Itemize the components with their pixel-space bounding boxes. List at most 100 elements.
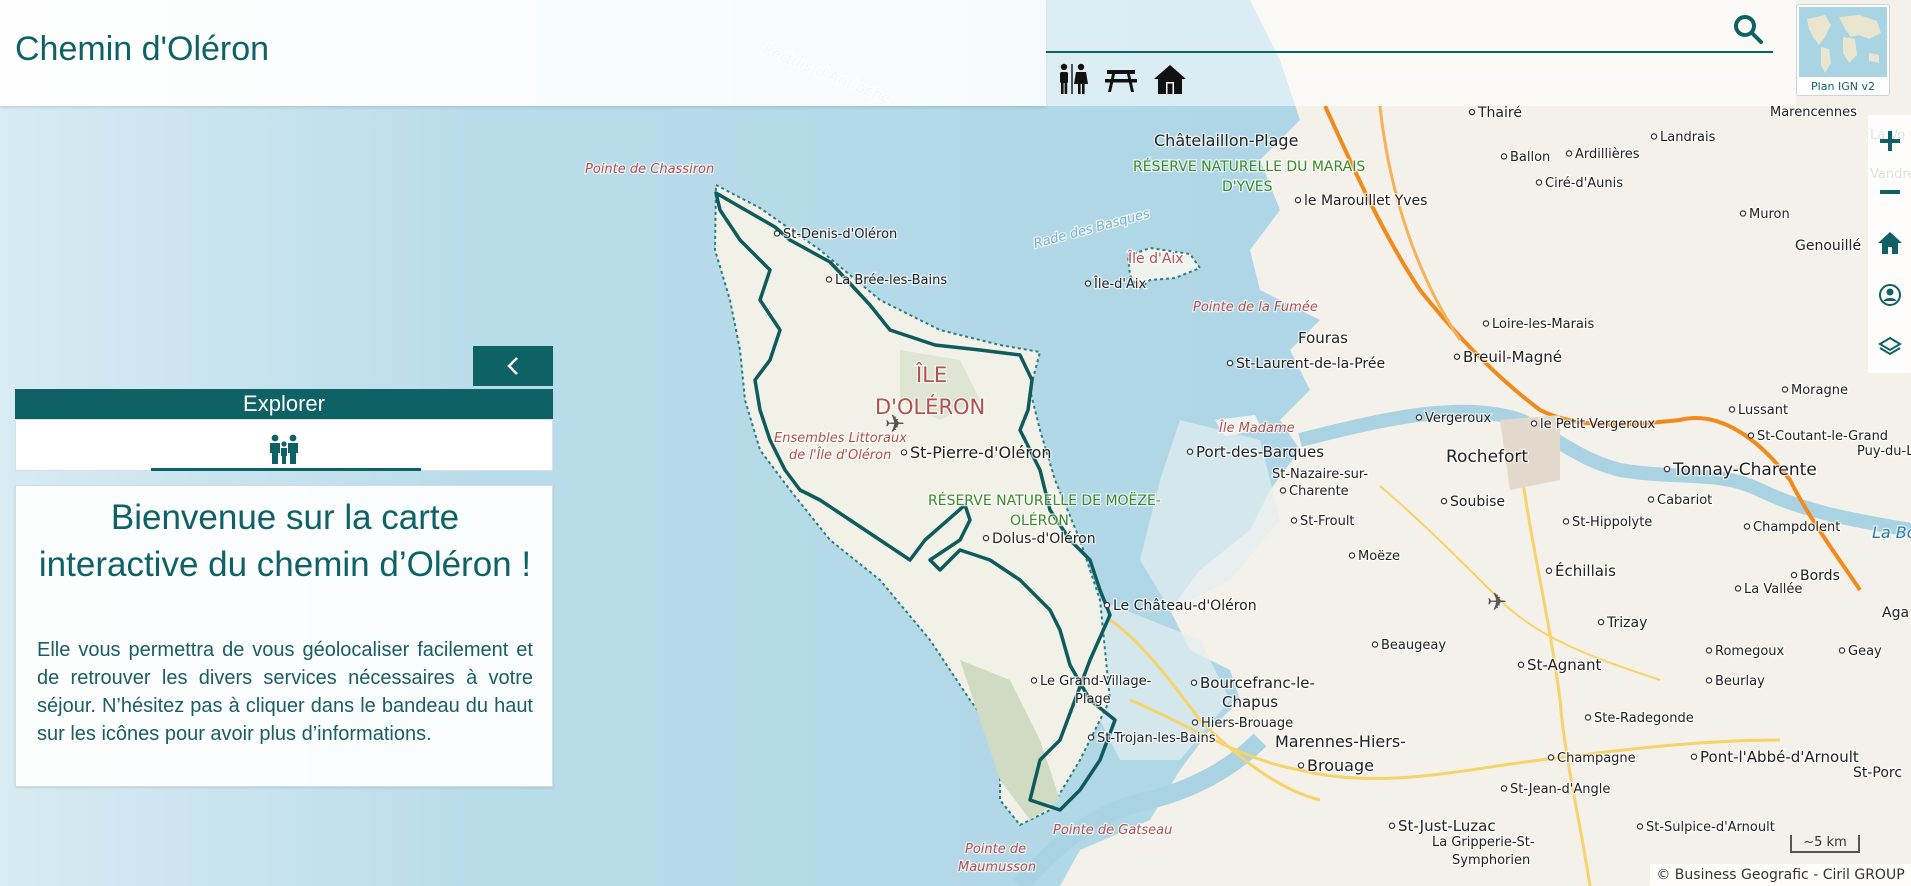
- map-label-marencennes: Marencennes: [1770, 105, 1857, 120]
- map-label-chateau: Le Château-d'Oléron: [1113, 598, 1257, 614]
- search-input[interactable]: [1046, 51, 1773, 53]
- home-icon: [1877, 232, 1902, 254]
- place-marker: [1743, 523, 1751, 530]
- map-label-breuil: Breuil-Magné: [1463, 348, 1562, 366]
- map-label-ile-madame: Île Madame: [1219, 420, 1295, 436]
- place-marker: [1517, 661, 1525, 668]
- map-label-moeze: Moëze: [1358, 549, 1400, 564]
- map-label-reserve-moeze: OLÉRON: [1010, 512, 1069, 529]
- place-marker: [1084, 280, 1092, 287]
- map-label-st-nazaire: Charente: [1289, 484, 1349, 499]
- family-icon[interactable]: [267, 434, 301, 464]
- place-marker: [1597, 618, 1605, 626]
- map-label-pointe-fumee: Pointe de la Fumée: [1193, 300, 1318, 315]
- place-marker: [1838, 647, 1846, 654]
- place-marker: [982, 534, 990, 542]
- map-label-moragne: Moragne: [1791, 383, 1848, 398]
- search-icon[interactable]: [1733, 14, 1763, 44]
- map-label-ballon: Ballon: [1510, 150, 1550, 165]
- welcome-text: Elle vous permettra de vous géolocaliser…: [37, 639, 533, 745]
- place-marker: [1186, 448, 1194, 455]
- chevron-left-icon: [507, 357, 518, 375]
- explorer-tabs: [15, 419, 553, 471]
- place-marker: [1348, 552, 1356, 559]
- map-label-hiers-brouage: Hiers-Brouage: [1201, 716, 1293, 731]
- place-marker: [1739, 210, 1747, 217]
- map-label-la-bou: La Bou: [1872, 523, 1911, 542]
- map-label-pointe-maumusson: Maumusson: [958, 860, 1036, 875]
- map-label-st-sulpice: St-Sulpice-d'Arnoult: [1646, 820, 1775, 835]
- picnic-table-icon[interactable]: [1104, 62, 1138, 96]
- place-marker: [1747, 432, 1755, 439]
- map-label-muron: Muron: [1749, 207, 1790, 222]
- map-label-pointe-gatseau: Pointe de Gatseau: [1053, 823, 1172, 838]
- map-label-geay: Geay: [1848, 644, 1882, 659]
- place-marker: [1781, 386, 1789, 393]
- restroom-icon[interactable]: [1055, 62, 1089, 96]
- place-marker: [1191, 719, 1199, 726]
- place-marker: [1453, 353, 1461, 360]
- map-attribution: © Business Geografic - Ciril GROUP: [1650, 864, 1911, 886]
- map-label-ensembles: Ensembles Littoraux: [774, 431, 907, 446]
- collapse-panel-button[interactable]: [473, 346, 553, 386]
- place-marker: [1565, 150, 1573, 157]
- airport-icon-rochefort: ✈: [1487, 588, 1507, 616]
- map-label-marennes: Marennes-Hiers-: [1275, 732, 1406, 751]
- map-label-lussant: Lussant: [1738, 403, 1788, 418]
- map-label-reserve-moeze: RÉSERVE NATURELLE DE MOËZE-: [928, 491, 1161, 509]
- place-marker: [773, 230, 781, 237]
- explorer-title: Explorer: [15, 389, 553, 419]
- map-label-bords: Bords: [1800, 568, 1840, 584]
- home-view-button[interactable]: [1868, 217, 1911, 269]
- house-icon[interactable]: [1153, 62, 1187, 96]
- place-marker: [1705, 677, 1713, 684]
- map-label-st-agnant: St-Agnant: [1527, 656, 1601, 674]
- place-marker: [1650, 133, 1658, 140]
- map-label-grand-village: Plage: [1075, 692, 1111, 707]
- map-label-beurlay: Beurlay: [1715, 674, 1765, 689]
- place-marker: [1279, 487, 1287, 494]
- place-marker: [1294, 196, 1302, 204]
- map-label-st-laurent: St-Laurent-de-la-Prée: [1236, 356, 1385, 372]
- zoom-in-button[interactable]: [1868, 115, 1911, 167]
- place-marker: [1297, 762, 1305, 769]
- map-label-ensembles: de l'Île d'Oléron: [789, 447, 891, 463]
- place-marker: [1388, 822, 1396, 829]
- place-marker: [1663, 465, 1671, 473]
- zoom-out-button[interactable]: [1868, 167, 1911, 217]
- map-label-gripperie: Symphorien: [1452, 853, 1530, 868]
- place-marker: [825, 276, 833, 283]
- map-label-ile-oleron: ÎLE: [915, 362, 947, 387]
- place-marker: [1440, 497, 1448, 505]
- place-marker: [1636, 823, 1644, 830]
- place-marker: [1030, 677, 1038, 684]
- geolocate-button[interactable]: [1868, 269, 1911, 321]
- map-label-ste-radegonde: Ste-Radegonde: [1594, 711, 1694, 726]
- layers-button[interactable]: [1868, 321, 1911, 373]
- place-marker: [1535, 179, 1543, 186]
- map-label-st-coutant: St-Coutant-le-Grand: [1757, 429, 1888, 444]
- map-label-st-just: St-Just-Luzac: [1398, 817, 1496, 835]
- map-label-port-barques: Port-des-Barques: [1196, 443, 1324, 461]
- welcome-title: Bienvenue sur la carte interactive du ch…: [38, 498, 532, 584]
- map-label-st-denis: St-Denis-d'Oléron: [783, 227, 897, 242]
- place-marker: [1545, 567, 1553, 574]
- map-label-aga: Aga: [1882, 605, 1909, 621]
- map-label-petit-vergeroux: le Petit Vergeroux: [1540, 417, 1656, 432]
- map-label-st-pierre: St-Pierre-d'Oléron: [910, 443, 1052, 462]
- place-marker: [1734, 585, 1742, 592]
- map-label-tonnay: Tonnay-Charente: [1672, 460, 1817, 480]
- map-label-soubise: Soubise: [1450, 494, 1505, 510]
- map-label-ile-oleron: D'OLÉRON: [875, 394, 985, 419]
- place-marker: [1415, 414, 1423, 421]
- geolocate-icon: [1878, 284, 1901, 306]
- basemap-selector[interactable]: Plan IGN v2: [1796, 4, 1890, 96]
- map-label-pont-abbe: Pont-l'Abbé-d'Arnoult: [1700, 748, 1859, 766]
- map-label-st-trojan: St-Trojan-les-Bains: [1097, 731, 1216, 746]
- map-label-puy-du-lac: Puy-du-Lac: [1857, 444, 1911, 459]
- map-label-vergeroux: Vergeroux: [1425, 411, 1492, 426]
- map-label-cire: Ciré-d'Aunis: [1545, 176, 1623, 191]
- zoom-out-icon: [1879, 190, 1900, 194]
- active-tab-indicator: [151, 468, 421, 471]
- place-marker: [1087, 734, 1095, 741]
